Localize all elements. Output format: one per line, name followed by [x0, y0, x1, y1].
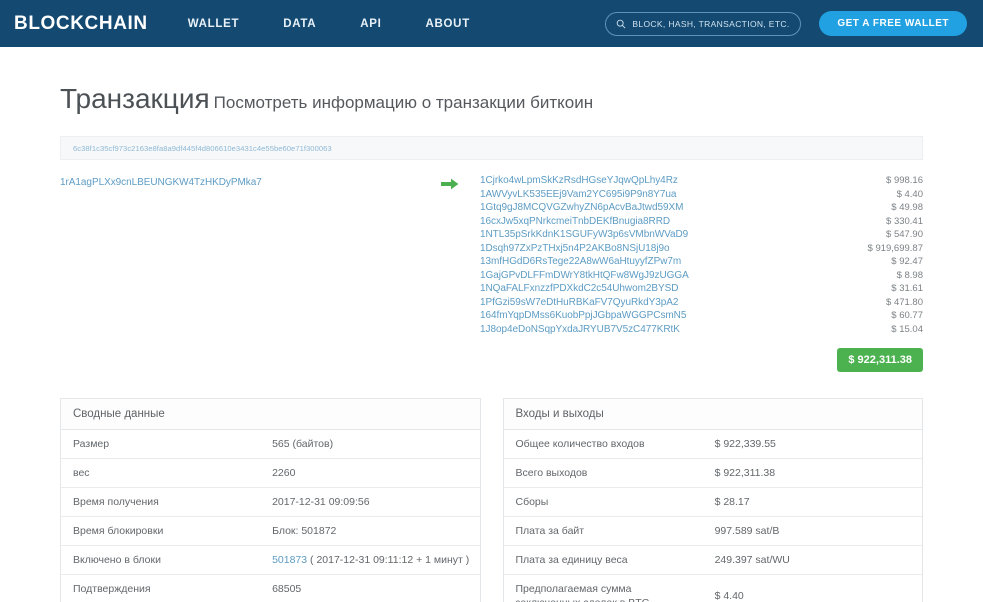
output-address[interactable]: 1AWVyvLK535EEj9Vam2YC695i9P9n8Y7ua — [480, 188, 689, 202]
output-amount: $ 15.04 — [891, 324, 923, 336]
row-key: Время блокировки — [73, 524, 164, 537]
search-input[interactable] — [632, 18, 791, 29]
site-logo[interactable]: BLOCKCHAIN — [14, 13, 148, 35]
nav-item-api[interactable]: API — [360, 18, 381, 30]
inputs-outputs-panel: 1rA1agPLXx9cnLBEUNGKW4TzHKDyPMka7 1Cjrko… — [60, 174, 923, 337]
navbar-right-group: GET A FREE WALLET — [605, 11, 967, 36]
summary-table: Сводные данные Размер 565 (байтов) вес 2… — [60, 397, 481, 602]
output-address[interactable]: 16cxJw5xqPNrkcmeiTnbDEKfBnugia8RRD — [480, 215, 689, 229]
nav-item-data[interactable]: DATA — [283, 18, 316, 30]
inputs-column: 1rA1agPLXx9cnLBEUNGKW4TzHKDyPMka7 — [60, 174, 420, 190]
table-row: Сборы $ 28.17 — [503, 488, 922, 517]
table-row: Плата за байт 997.589 sat/B — [503, 517, 922, 546]
row-value: 68505 — [272, 582, 302, 595]
table-row: Общее количество входов $ 922,339.55 — [503, 430, 922, 459]
row-key: Предполагаемая сумма заключенных сделок … — [515, 582, 650, 602]
output-amount: $ 31.61 — [891, 283, 923, 295]
search-box[interactable] — [605, 11, 802, 36]
total-amount-badge: $ 922,311.38 — [837, 347, 923, 372]
row-key: Размер — [73, 437, 110, 450]
input-address[interactable]: 1rA1agPLXx9cnLBEUNGKW4TzHKDyPMka7 — [60, 176, 420, 190]
output-address-list: 1Cjrko4wLpmSkKzRsdHGseYJqwQpLhy4Rz 1AWVy… — [480, 174, 689, 337]
transaction-hash-link[interactable]: 6c38f1c35cf973c2163e8fa8a9df445f4d806610… — [73, 144, 332, 153]
page-title-main: Транзакция — [60, 83, 210, 114]
output-amount: $ 60.77 — [891, 310, 923, 322]
table-row: вес 2260 — [61, 459, 480, 488]
row-value: 2017-12-31 09:09:56 — [272, 495, 370, 508]
row-key: Сборы — [515, 495, 549, 508]
input-address-list: 1rA1agPLXx9cnLBEUNGKW4TzHKDyPMka7 — [60, 176, 420, 190]
row-value: 997.589 sat/B — [714, 524, 780, 537]
output-address[interactable]: 1Gtq9gJ8MCQVGZwhyZN6pAcvBaJtwd59XM — [480, 201, 689, 215]
row-value: $ 922,339.55 — [714, 437, 776, 450]
output-amount: $ 92.47 — [891, 256, 923, 268]
top-navbar: BLOCKCHAIN WALLET DATA API ABOUT GET A F… — [0, 0, 983, 47]
output-address[interactable]: 1Cjrko4wLpmSkKzRsdHGseYJqwQpLhy4Rz — [480, 174, 689, 188]
table-row: Размер 565 (байтов) — [61, 430, 480, 459]
output-amount: $ 471.80 — [886, 296, 923, 308]
io-table-caption: Входы и выходы — [503, 398, 922, 430]
total-row: $ 922,311.38 — [60, 347, 923, 372]
page-title: Транзакция Посмотреть информацию о транза… — [60, 47, 923, 116]
green-arrow-right-icon — [441, 178, 459, 190]
row-key: Общее количество входов — [515, 437, 645, 450]
row-key: Плата за единицу веса — [515, 553, 628, 566]
table-row: Подтверждения 68505 — [61, 575, 480, 602]
row-value: Блок: 501872 — [272, 524, 337, 537]
row-key: Плата за байт — [515, 524, 585, 537]
row-value: 2260 — [272, 466, 296, 479]
detail-tables: Сводные данные Размер 565 (байтов) вес 2… — [60, 397, 923, 602]
row-key: Время получения — [73, 495, 159, 508]
row-key: Всего выходов — [515, 466, 588, 479]
table-row: Плата за единицу веса 249.397 sat/WU — [503, 546, 922, 575]
io-table: Входы и выходы Общее количество входов $… — [502, 397, 923, 602]
output-amount-list: $ 998.16 $ 4.40 $ 49.98 $ 330.41 $ 547.9… — [868, 174, 923, 337]
page-title-sub: Посмотреть информацию о транзакции битко… — [213, 93, 594, 112]
page-body: Транзакция Посмотреть информацию о транза… — [0, 47, 983, 602]
table-row: Всего выходов $ 922,311.38 — [503, 459, 922, 488]
primary-nav: WALLET DATA API ABOUT — [188, 18, 470, 30]
row-value: $ 922,311.38 — [714, 466, 776, 479]
row-key: вес — [73, 466, 90, 479]
output-amount: $ 4.40 — [896, 188, 923, 200]
output-address[interactable]: 1NTL35pSrkKdnK1SGUFyW3p6sVMbnWVaD9 — [480, 228, 689, 242]
output-address[interactable]: 1PfGzi59sW7eDtHuRBKaFV7QyuRkdY3pA2 — [480, 296, 689, 310]
output-address[interactable]: 164fmYqpDMss6KuobPpjJGbpaWGGPCsmN5 — [480, 309, 689, 323]
output-amount: $ 49.98 — [891, 202, 923, 214]
row-value: 249.397 sat/WU — [714, 553, 790, 566]
output-address[interactable]: 1Dsqh97ZxPzTHxj5n4P2AKBo8NSjU18j9o — [480, 242, 689, 256]
table-row: Время блокировки Блок: 501872 — [61, 517, 480, 546]
get-free-wallet-button[interactable]: GET A FREE WALLET — [819, 11, 967, 36]
output-amount: $ 998.16 — [886, 175, 923, 186]
table-row: Время получения 2017-12-31 09:09:56 — [61, 488, 480, 517]
output-address[interactable]: 1GajGPvDLFFmDWrY8tkHtQFw8WgJ9zUGGA — [480, 269, 689, 283]
table-row: Включено в блоки 501873 ( 2017-12-31 09:… — [61, 546, 480, 575]
flow-arrow — [420, 174, 480, 190]
row-key: Включено в блоки — [73, 553, 161, 566]
output-amount: $ 547.90 — [886, 229, 923, 241]
nav-item-about[interactable]: ABOUT — [426, 18, 470, 30]
row-value: $ 4.40 — [714, 589, 744, 602]
output-amount: $ 330.41 — [886, 215, 923, 227]
output-address[interactable]: 13mfHGdD6RsTege22A8wW6aHtuyyfZPw7m — [480, 255, 689, 269]
output-address[interactable]: 1J8op4eDoNSqpYxdaJRYUB7V5zC477KRtK — [480, 323, 689, 337]
row-key: Подтверждения — [73, 582, 151, 595]
output-amount: $ 8.98 — [896, 269, 923, 281]
output-address[interactable]: 1NQaFALFxnzzfPDXkdC2c54Uhwom2BYSD — [480, 282, 689, 296]
block-height-link[interactable]: 501873 — [272, 554, 307, 566]
block-time-suffix: ( 2017-12-31 09:11:12 + 1 минут ) — [310, 553, 470, 566]
nav-item-wallet[interactable]: WALLET — [188, 18, 239, 30]
outputs-column: 1Cjrko4wLpmSkKzRsdHGseYJqwQpLhy4Rz 1AWVy… — [480, 174, 923, 337]
row-value: 565 (байтов) — [272, 437, 334, 450]
transaction-hash-bar: 6c38f1c35cf973c2163e8fa8a9df445f4d806610… — [60, 136, 923, 160]
table-row: Предполагаемая сумма заключенных сделок … — [504, 575, 923, 602]
summary-table-caption: Сводные данные — [61, 398, 480, 430]
row-value: 501873 ( 2017-12-31 09:11:12 + 1 минут ) — [266, 546, 479, 574]
output-amount: $ 919,699.87 — [867, 242, 923, 254]
row-value: $ 28.17 — [714, 495, 750, 508]
search-icon — [617, 19, 626, 28]
